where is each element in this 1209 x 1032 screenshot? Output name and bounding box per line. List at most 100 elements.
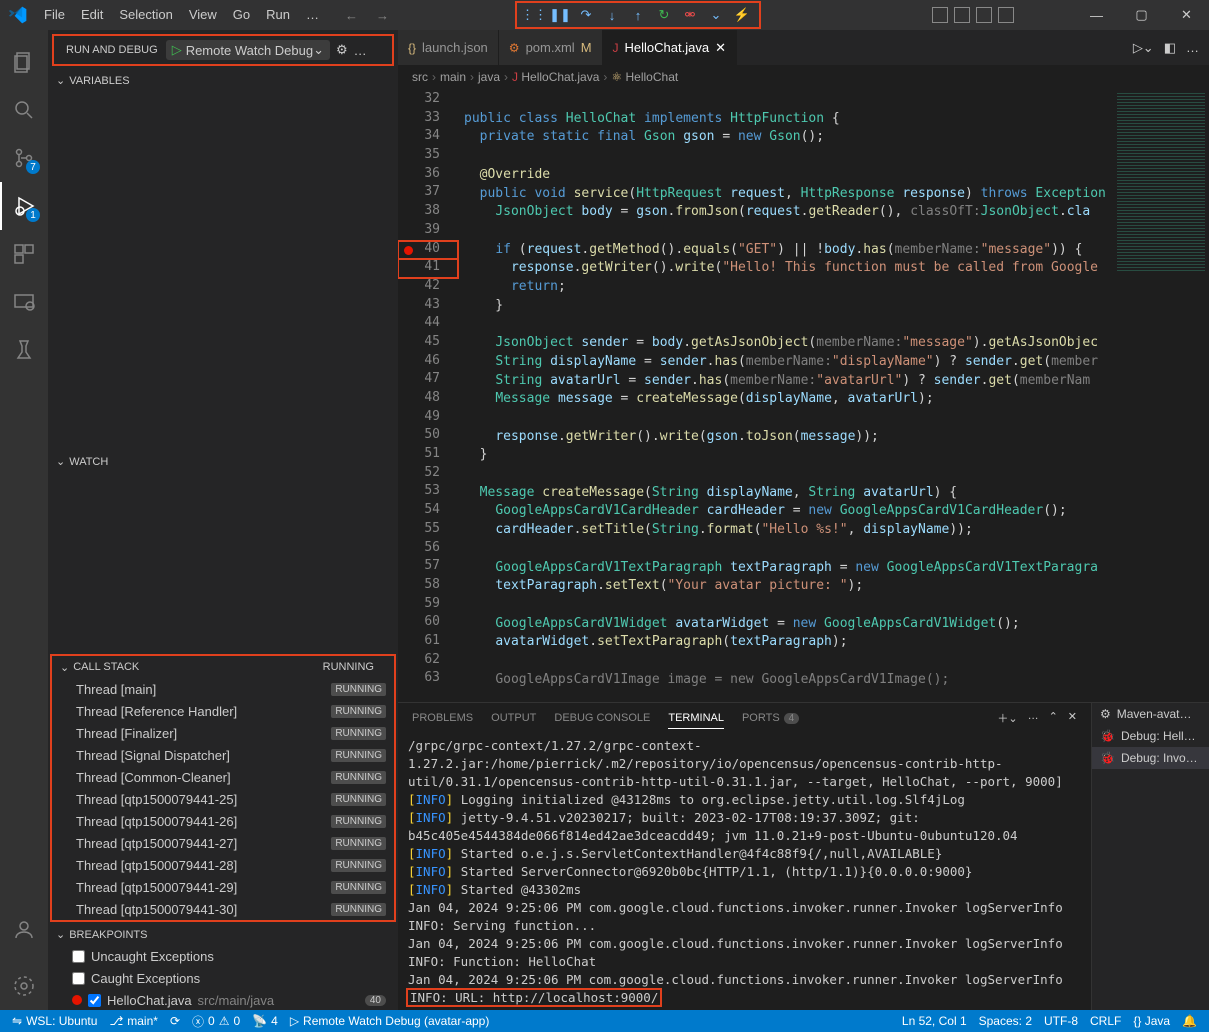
bp-uncaught-checkbox[interactable] — [72, 950, 85, 963]
pause-icon[interactable]: ❚❚ — [549, 4, 571, 26]
git-branch[interactable]: ⎇ main* — [103, 1014, 164, 1028]
menu-file[interactable]: File — [36, 0, 73, 30]
remote-explorer-icon[interactable] — [0, 278, 48, 326]
panel-tab-problems[interactable]: PROBLEMS — [412, 708, 473, 728]
menu-edit[interactable]: Edit — [73, 0, 111, 30]
breadcrumb-segment[interactable]: main — [440, 70, 466, 84]
extensions-icon[interactable] — [0, 230, 48, 278]
thread-row[interactable]: Thread [Reference Handler]RUNNING — [52, 700, 394, 722]
menu-go[interactable]: Go — [225, 0, 258, 30]
gear-icon[interactable]: ⚙ — [336, 42, 348, 58]
thread-row[interactable]: Thread [Finalizer]RUNNING — [52, 722, 394, 744]
line-gutter[interactable]: 3233343536373839404142434445464748495051… — [398, 89, 458, 702]
ports-indicator[interactable]: 📡 4 — [246, 1014, 284, 1028]
close-icon[interactable]: ✕ — [715, 40, 726, 56]
menu-selection[interactable]: Selection — [111, 0, 180, 30]
panel-maximize-icon[interactable]: ⌃ — [1049, 710, 1058, 726]
thread-row[interactable]: Thread [qtp1500079441-29]RUNNING — [52, 876, 394, 898]
editor-tab[interactable]: JHelloChat.java ✕ — [603, 30, 737, 65]
new-terminal-icon[interactable]: ＋⌄ — [997, 710, 1017, 726]
thread-row[interactable]: Thread [qtp1500079441-28]RUNNING — [52, 854, 394, 876]
layout-customize-icon[interactable] — [998, 7, 1014, 23]
hot-reload-icon[interactable]: ⚡ — [731, 4, 753, 26]
menu-more[interactable]: … — [298, 0, 327, 30]
layout-panel-bottom-icon[interactable] — [954, 7, 970, 23]
bp-uncaught[interactable]: Uncaught Exceptions — [68, 945, 398, 967]
terminal-task-row[interactable]: ⚙Maven-avat… — [1092, 703, 1209, 725]
nav-forward-icon[interactable]: → — [370, 6, 395, 25]
thread-row[interactable]: Thread [qtp1500079441-26]RUNNING — [52, 810, 394, 832]
accounts-icon[interactable] — [0, 906, 48, 954]
step-into-icon[interactable]: ↓ — [601, 4, 623, 26]
bp-caught-checkbox[interactable] — [72, 972, 85, 985]
bp-file[interactable]: HelloChat.java src/main/java 40 — [68, 989, 398, 1011]
bp-caught[interactable]: Caught Exceptions — [68, 967, 398, 989]
breadcrumb[interactable]: src›main›java›J HelloChat.java›⚛ HelloCh… — [398, 65, 1209, 89]
terminal-output[interactable]: /grpc/grpc-context/1.27.2/grpc-context-1… — [398, 733, 1091, 1010]
explorer-icon[interactable] — [0, 38, 48, 86]
panel-more-icon[interactable]: … — [1028, 710, 1039, 726]
thread-row[interactable]: Thread [main]RUNNING — [52, 678, 394, 700]
nav-back-icon[interactable]: ← — [339, 6, 364, 25]
variables-section-header[interactable]: ⌄ VARIABLES — [48, 70, 398, 91]
breakpoints-section-header[interactable]: ⌄ BREAKPOINTS — [48, 924, 398, 945]
minimap[interactable] — [1113, 89, 1209, 702]
more-actions-icon[interactable]: … — [1186, 40, 1199, 55]
close-icon[interactable]: ✕ — [1164, 0, 1209, 30]
menu-run[interactable]: Run — [258, 0, 298, 30]
maximize-icon[interactable]: ▢ — [1119, 0, 1164, 30]
step-over-icon[interactable]: ↷ — [575, 4, 597, 26]
minimize-icon[interactable]: — — [1074, 0, 1119, 30]
restart-icon[interactable]: ↻ — [653, 4, 675, 26]
code-text[interactable]: public class HelloChat implements HttpFu… — [458, 89, 1113, 702]
breadcrumb-segment[interactable]: java — [478, 70, 500, 84]
panel-tab-debug-console[interactable]: DEBUG CONSOLE — [554, 708, 650, 728]
encoding[interactable]: UTF-8 — [1038, 1014, 1084, 1028]
more-icon[interactable]: … — [354, 43, 367, 58]
language-mode[interactable]: {} Java — [1127, 1014, 1176, 1028]
eol[interactable]: CRLF — [1084, 1014, 1127, 1028]
terminal-task-row[interactable]: 🐞Debug: Hell… — [1092, 725, 1209, 747]
menu-view[interactable]: View — [181, 0, 225, 30]
chevron-down-icon[interactable]: ⌄ — [705, 4, 727, 26]
panel-tab-ports[interactable]: PORTS4 — [742, 708, 799, 728]
terminal-task-row[interactable]: 🐞Debug: Invo… — [1092, 747, 1209, 769]
sync-icon[interactable]: ⟳ — [164, 1014, 186, 1028]
search-icon[interactable] — [0, 86, 48, 134]
bp-file-checkbox[interactable] — [88, 994, 101, 1007]
source-control-icon[interactable]: 7 — [0, 134, 48, 182]
debug-config-dropdown[interactable]: ▷ Remote Watch Debug ⌄ — [166, 40, 330, 60]
split-editor-icon[interactable]: ◧ — [1164, 40, 1176, 56]
panel-close-icon[interactable]: ✕ — [1068, 710, 1077, 726]
panel-tab-terminal[interactable]: TERMINAL — [668, 708, 724, 729]
cursor-position[interactable]: Ln 52, Col 1 — [896, 1014, 973, 1028]
notifications-bell-icon[interactable]: 🔔 — [1176, 1014, 1203, 1028]
indent-setting[interactable]: Spaces: 2 — [973, 1014, 1038, 1028]
thread-row[interactable]: Thread [qtp1500079441-25]RUNNING — [52, 788, 394, 810]
layout-panel-left-icon[interactable] — [932, 7, 948, 23]
remote-indicator[interactable]: ⇋ WSL: Ubuntu — [6, 1014, 103, 1028]
problems-indicator[interactable]: ⓧ 0 ⚠ 0 — [186, 1013, 246, 1030]
breadcrumb-segment[interactable]: ⚛ HelloChat — [611, 70, 678, 84]
watch-section-header[interactable]: ⌄ WATCH — [48, 451, 398, 472]
testing-icon[interactable] — [0, 326, 48, 374]
panel-tab-output[interactable]: OUTPUT — [491, 708, 536, 728]
layout-panel-right-icon[interactable] — [976, 7, 992, 23]
thread-row[interactable]: Thread [Signal Dispatcher]RUNNING — [52, 744, 394, 766]
thread-row[interactable]: Thread [qtp1500079441-27]RUNNING — [52, 832, 394, 854]
run-debug-icon[interactable]: 1 — [0, 182, 48, 230]
drag-handle-icon[interactable]: ⋮⋮ — [523, 4, 545, 26]
thread-row[interactable]: Thread [Common-Cleaner]RUNNING — [52, 766, 394, 788]
editor-tab[interactable]: ⚙pom.xml M — [499, 30, 603, 65]
breadcrumb-segment[interactable]: src — [412, 70, 428, 84]
editor-tab[interactable]: {}launch.json — [398, 30, 499, 65]
thread-row[interactable]: Thread [qtp1500079441-30]RUNNING — [52, 898, 394, 920]
settings-gear-icon[interactable] — [0, 962, 48, 1010]
step-out-icon[interactable]: ↑ — [627, 4, 649, 26]
run-file-icon[interactable]: ▷⌄ — [1133, 40, 1154, 56]
code-editor[interactable]: 3233343536373839404142434445464748495051… — [398, 89, 1209, 702]
disconnect-icon[interactable]: ⚮ — [679, 4, 701, 26]
debug-target[interactable]: ▷ Remote Watch Debug (avatar-app) — [284, 1014, 496, 1028]
callstack-section-header[interactable]: ⌄ CALL STACK Running — [52, 656, 394, 678]
breadcrumb-segment[interactable]: J HelloChat.java — [512, 70, 599, 84]
